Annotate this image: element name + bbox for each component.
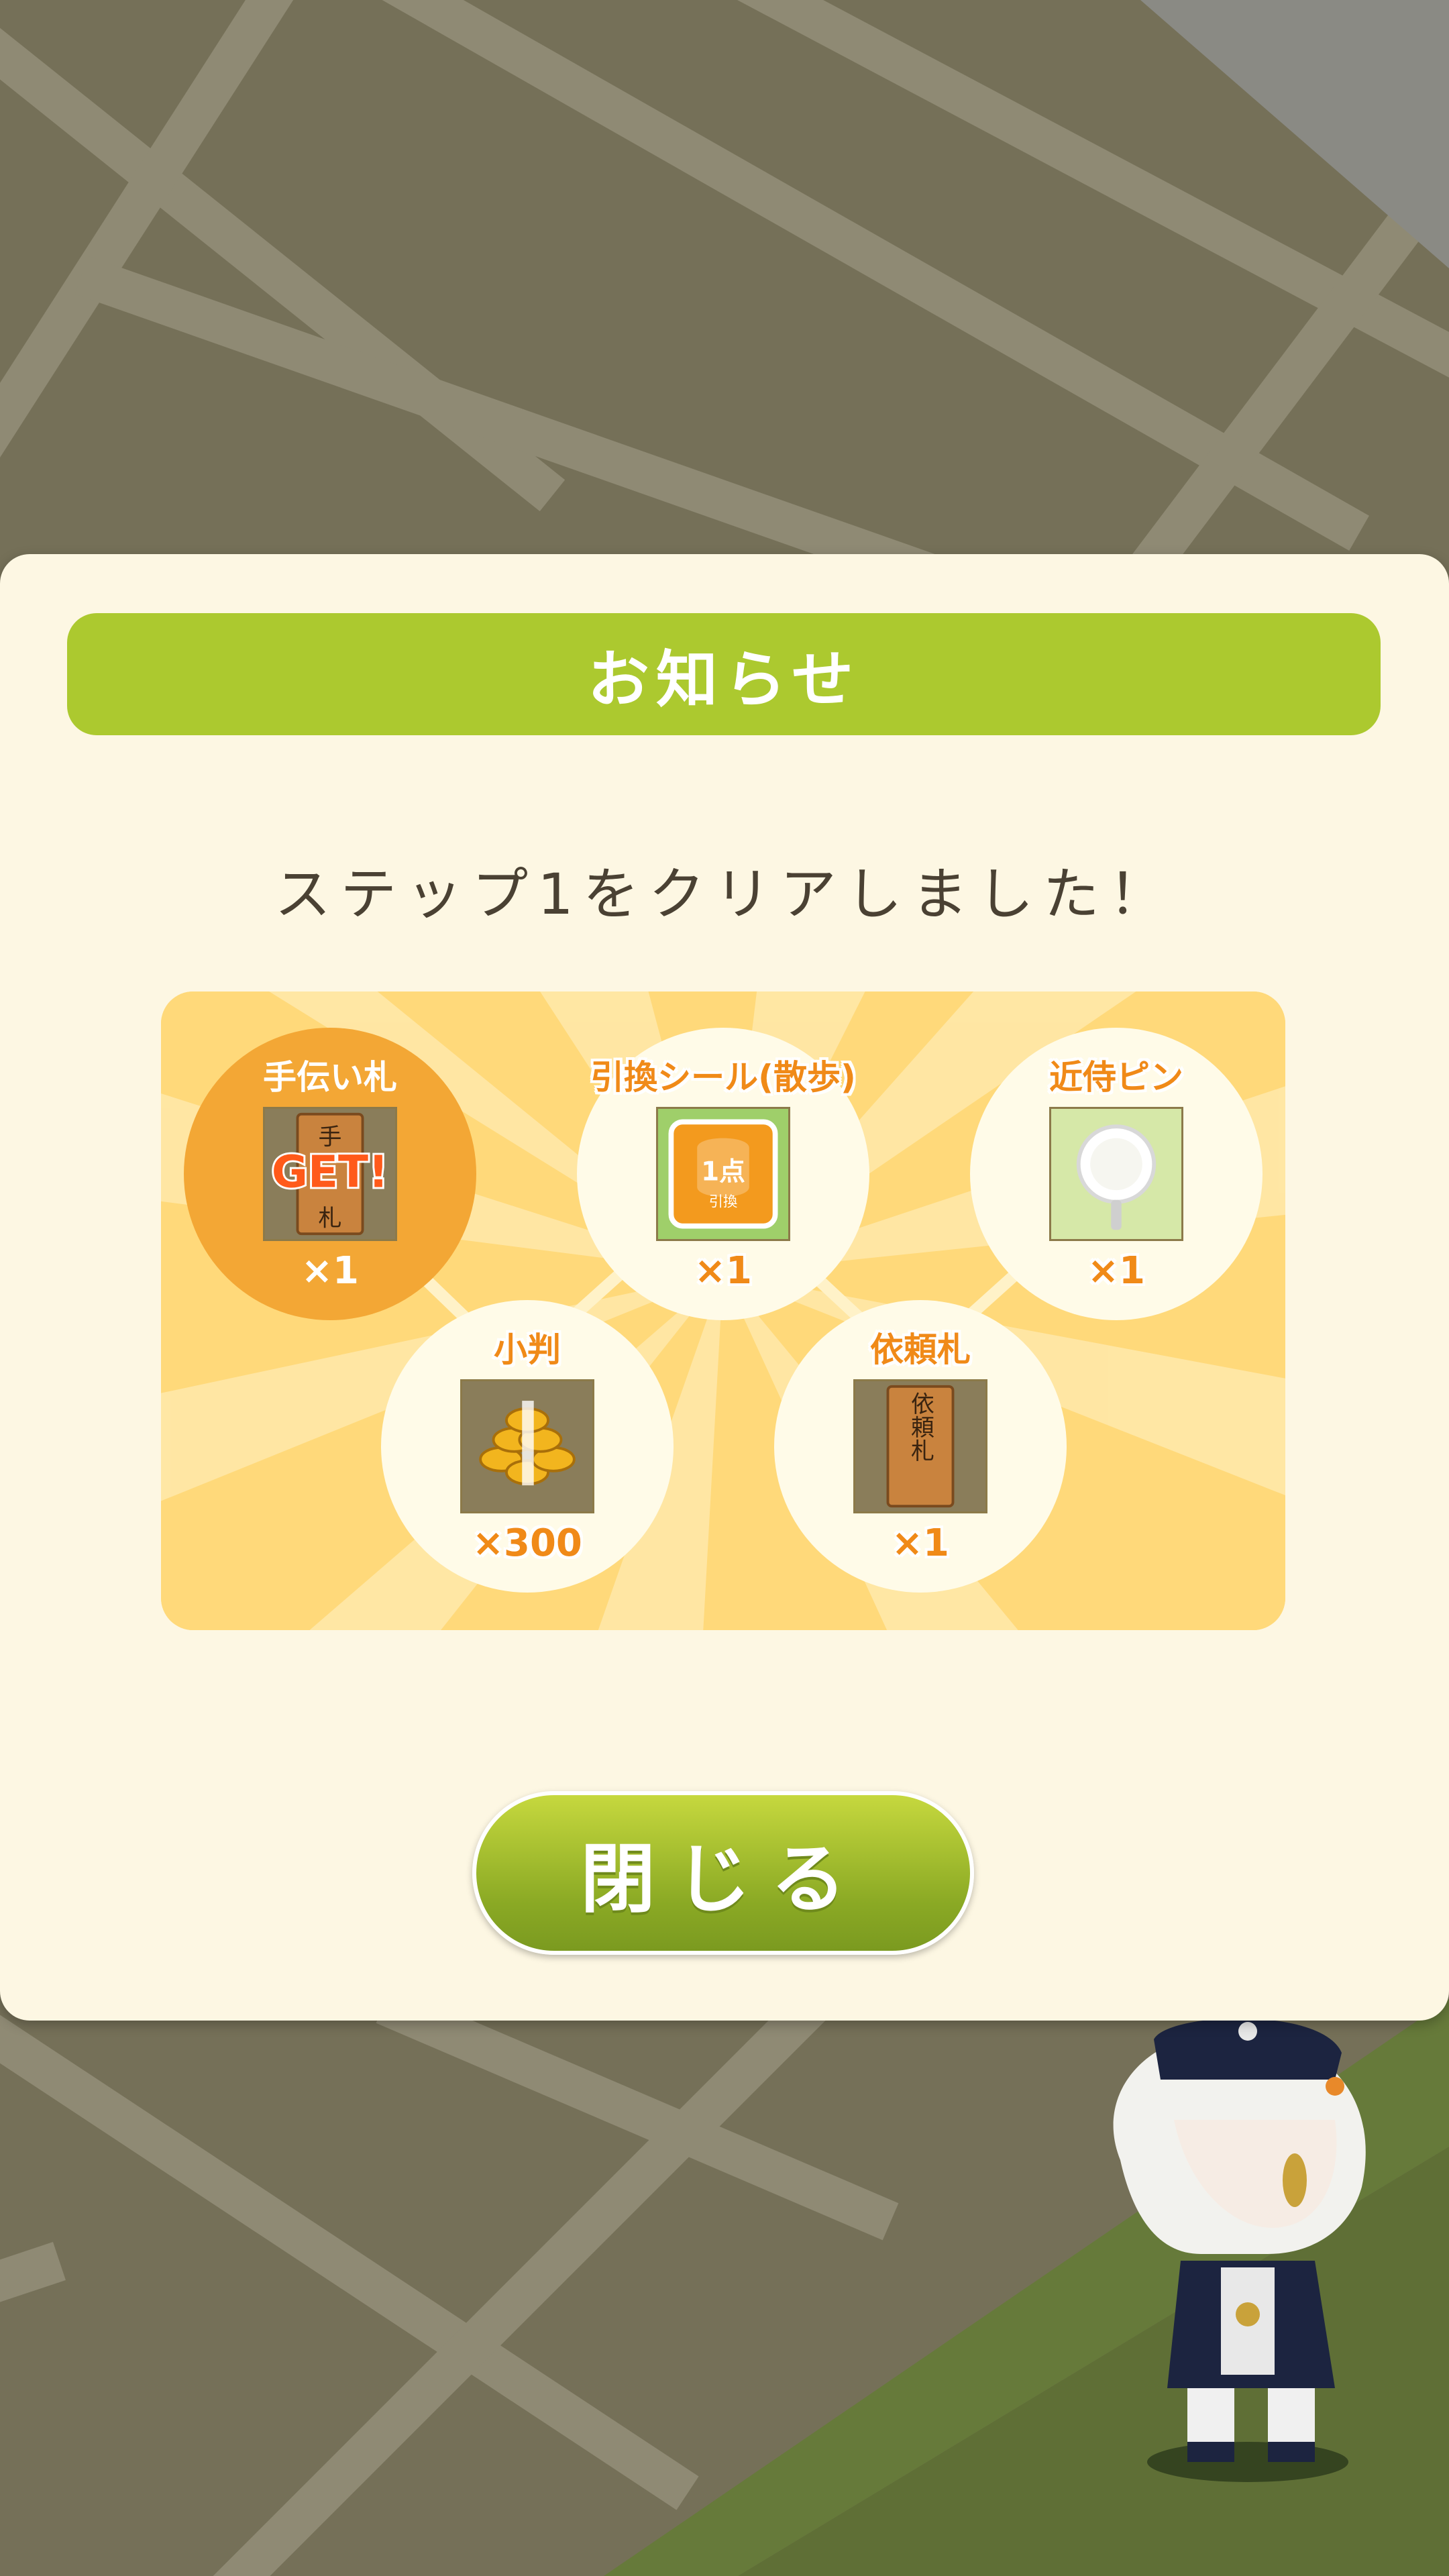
tetsudai-fuda-icon: 手 札 GET! [263, 1107, 397, 1241]
close-button[interactable]: 閉じる [472, 1791, 974, 1955]
reward-quantity: ×1 [694, 1249, 752, 1293]
reward-quantity: ×300 [472, 1521, 582, 1565]
irai-fuda-text: 依頼札 [907, 1391, 934, 1462]
kinji-pin-icon [1049, 1107, 1183, 1241]
exchange-seal-icon: 1点 引換 [656, 1107, 790, 1241]
close-button-label: 閉じる [580, 1836, 866, 1923]
get-badge: GET! [272, 1146, 388, 1197]
reward-item-tetsudai-fuda: 手伝い札 手 札 GET! ×1 [184, 1028, 476, 1320]
seal-points-text: 1点 [701, 1157, 745, 1187]
irai-fuda-icon: 依頼札 [853, 1379, 987, 1513]
reward-quantity: ×1 [892, 1521, 949, 1565]
reward-name: 引換シール(散歩) [590, 1058, 856, 1097]
reward-panel: 手伝い札 手 札 GET! ×1 引換シール(散歩) 1点 引換 ×1 近侍ピン… [161, 991, 1285, 1630]
reward-name: 手伝い札 [263, 1058, 397, 1097]
notice-dialog: お知らせ ステップ1をクリアしました！ 手伝い札 手 札 GET! ×1 引換シ… [0, 554, 1449, 2021]
tetsudai-bottom-char: 札 [319, 1205, 342, 1232]
character-sprite[interactable] [1067, 2012, 1442, 2496]
reward-item-exchange-seal: 引換シール(散歩) 1点 引換 ×1 [577, 1028, 869, 1320]
reward-name: 近侍ピン [1049, 1058, 1183, 1097]
dialog-title-bar: お知らせ [67, 613, 1381, 735]
koban-icon [460, 1379, 594, 1513]
reward-item-koban: 小判 ×300 [381, 1300, 674, 1593]
seal-exchange-text: 引換 [709, 1194, 738, 1211]
reward-name: 依頼札 [870, 1330, 971, 1369]
reward-quantity: ×1 [301, 1249, 359, 1293]
reward-name: 小判 [494, 1330, 561, 1369]
clear-message: ステップ1をクリアしました！ [274, 861, 1175, 927]
reward-item-kinji-pin: 近侍ピン ×1 [970, 1028, 1263, 1320]
reward-item-irai-fuda: 依頼札 依頼札 ×1 [774, 1300, 1067, 1593]
dialog-title: お知らせ [587, 643, 861, 716]
reward-quantity: ×1 [1087, 1249, 1145, 1293]
